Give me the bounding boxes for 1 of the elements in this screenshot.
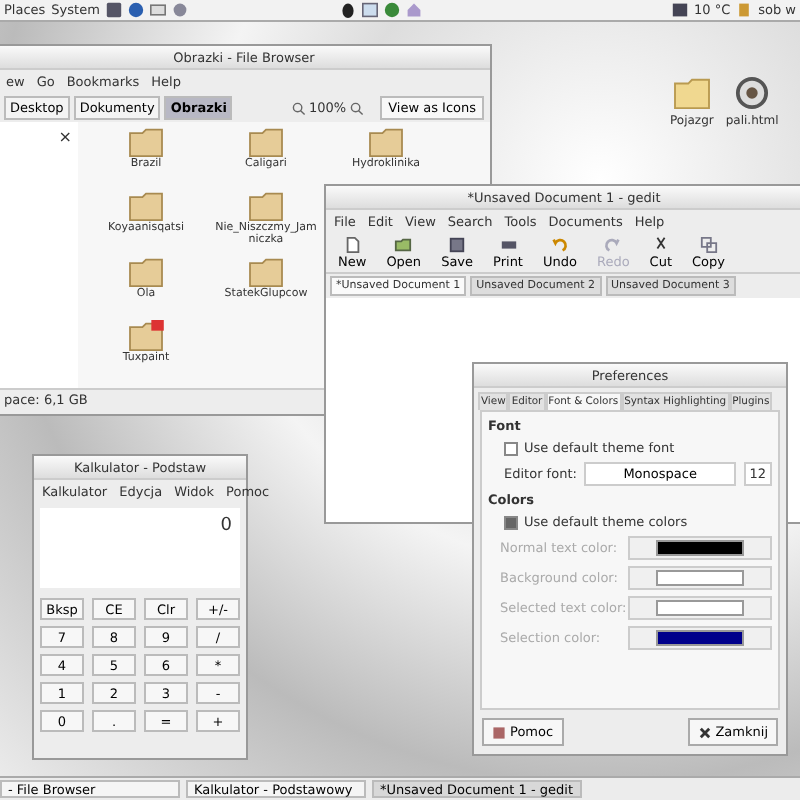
calculator-display: 0: [40, 508, 240, 588]
